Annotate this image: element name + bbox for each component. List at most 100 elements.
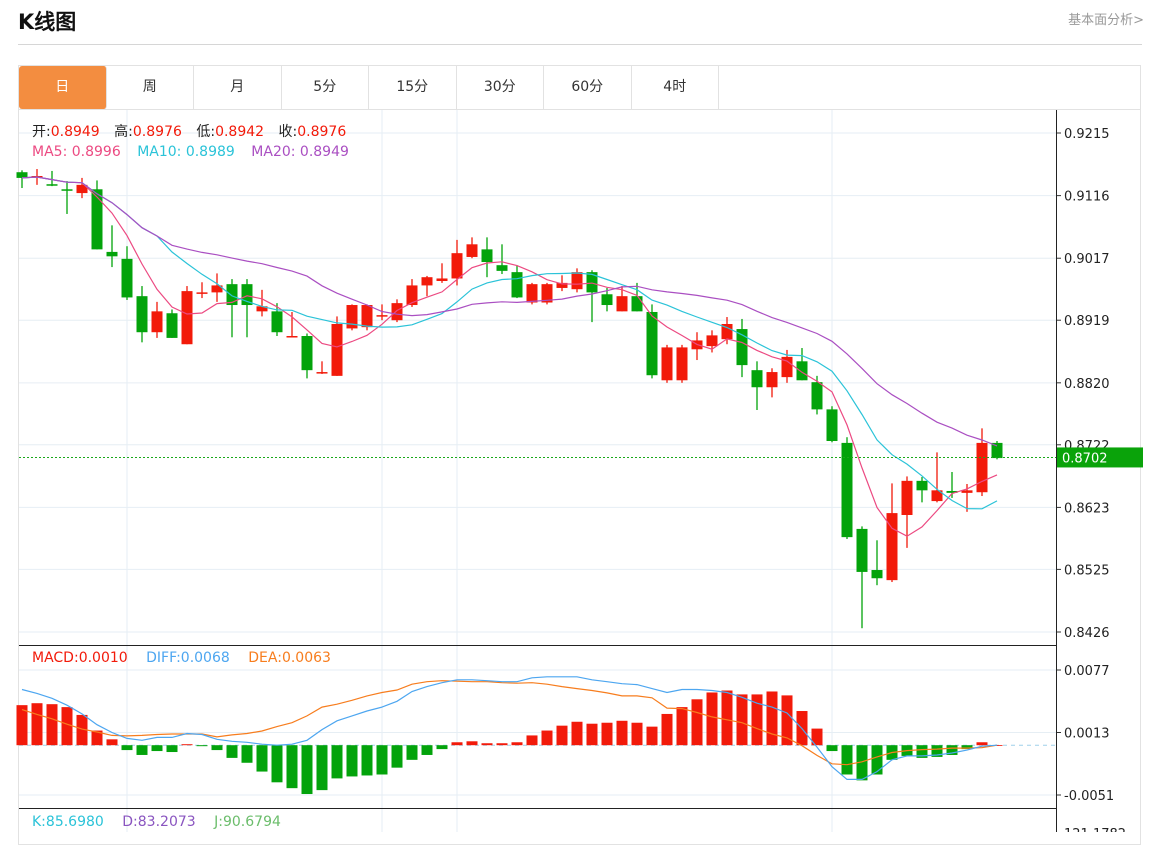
ma5-value: 0.8996 [71, 144, 121, 160]
ma20-line [21, 176, 998, 447]
candle-up [376, 315, 388, 317]
macd-bar [661, 713, 673, 746]
high-label: 高: [114, 124, 133, 140]
ma10-label: MA10: [137, 144, 182, 160]
candle-down [481, 249, 493, 263]
macd-y-tick-label: -0.0051 [1064, 789, 1114, 804]
macd-bar [181, 744, 193, 746]
candle-up [316, 372, 328, 374]
candle-down [916, 480, 928, 491]
high-value: 0.8976 [132, 124, 182, 140]
macd-bar [166, 745, 178, 753]
candle-down [811, 382, 823, 410]
close-value: 0.8976 [297, 124, 347, 140]
candle-down [511, 272, 523, 298]
macd-bar [571, 721, 583, 746]
macd-bar [316, 745, 328, 791]
macd-bar [691, 699, 703, 746]
ma20-label: MA20: [251, 144, 296, 160]
macd-bar [61, 707, 73, 746]
candle-down [646, 311, 658, 376]
diff-label: DIFF: [146, 650, 181, 666]
macd-bar [31, 703, 43, 746]
candle-down [271, 311, 283, 333]
candle-down [751, 370, 763, 388]
macd-bar [196, 745, 208, 747]
macd-bar [301, 745, 313, 795]
macd-bar [631, 722, 643, 746]
y-tick-label: 0.9017 [1064, 252, 1110, 267]
candle-up [661, 347, 673, 381]
macd-bar [406, 745, 418, 760]
macd-bar [211, 745, 223, 751]
candle-up [391, 303, 403, 321]
candle-down [301, 336, 313, 371]
y-tick-label: 0.8426 [1064, 626, 1110, 641]
macd-bar [436, 745, 448, 750]
macd-bar [511, 742, 523, 746]
kdj-y-tick-label: 121.1782 [1064, 827, 1126, 832]
dea-label: DEA: [248, 650, 282, 666]
macd-bar [271, 745, 283, 783]
macd-bar [346, 745, 358, 777]
macd-bar [286, 745, 298, 789]
macd-label: MACD: [32, 650, 79, 666]
y-tick-label: 0.8623 [1064, 501, 1110, 516]
candle-up [571, 272, 583, 290]
j-label: J: [214, 814, 223, 830]
candle-up [976, 442, 988, 493]
macd-bar [871, 745, 883, 775]
candle-up [286, 336, 298, 338]
candle-up [901, 480, 913, 515]
candle-up [706, 335, 718, 347]
k-value: 85.6980 [45, 814, 104, 830]
candle-up [196, 292, 208, 294]
macd-bar [421, 745, 433, 755]
candle-up [961, 490, 973, 493]
macd-bar [586, 723, 598, 746]
macd-bar [331, 745, 343, 779]
j-value: 90.6794 [222, 814, 281, 830]
candle-up [466, 244, 478, 257]
d-value: 83.2073 [137, 814, 196, 830]
macd-bar [766, 691, 778, 746]
candle-down [16, 172, 28, 178]
k-label: K: [32, 814, 46, 830]
macd-bar [46, 704, 58, 746]
ma-legend: MA5: 0.8996 MA10: 0.8989 MA20: 0.8949 [32, 144, 349, 160]
macd-bar [676, 707, 688, 746]
candle-up [526, 284, 538, 303]
ma10-value: 0.8989 [185, 144, 235, 160]
y-tick-label: 0.8525 [1064, 563, 1110, 578]
candle-up [436, 278, 448, 281]
macd-bar [451, 742, 463, 746]
candle-up [361, 305, 373, 328]
low-label: 低: [196, 124, 216, 140]
y-tick-label: 0.9215 [1064, 127, 1110, 142]
macd-legend: MACD:0.0010 DIFF:0.0068 DEA:0.0063 [32, 650, 331, 666]
candle-up [331, 323, 343, 376]
macd-bar [721, 690, 733, 746]
candle-down [796, 361, 808, 381]
ohlc-legend: 开:0.8949 高:0.8976 低:0.8942 收:0.8976 [32, 121, 346, 141]
macd-bar [226, 745, 238, 758]
macd-bar [541, 730, 553, 746]
macd-bar [121, 745, 133, 751]
candle-up [421, 277, 433, 286]
macd-bar [151, 745, 163, 752]
ma5-label: MA5: [32, 144, 68, 160]
candle-up [451, 253, 463, 279]
y-tick-label: 0.8820 [1064, 377, 1110, 392]
macd-bar [466, 741, 478, 746]
macd-value: 0.0010 [78, 650, 128, 666]
macd-bar [241, 745, 253, 763]
d-label: D: [122, 814, 138, 830]
candle-down [106, 251, 118, 257]
candle-up [181, 291, 193, 345]
candle-down [166, 313, 178, 338]
macd-bar [976, 742, 988, 746]
macd-y-tick-label: 0.0013 [1064, 727, 1110, 742]
macd-bar [106, 739, 118, 746]
candle-down [91, 189, 103, 250]
macd-bar [736, 694, 748, 746]
